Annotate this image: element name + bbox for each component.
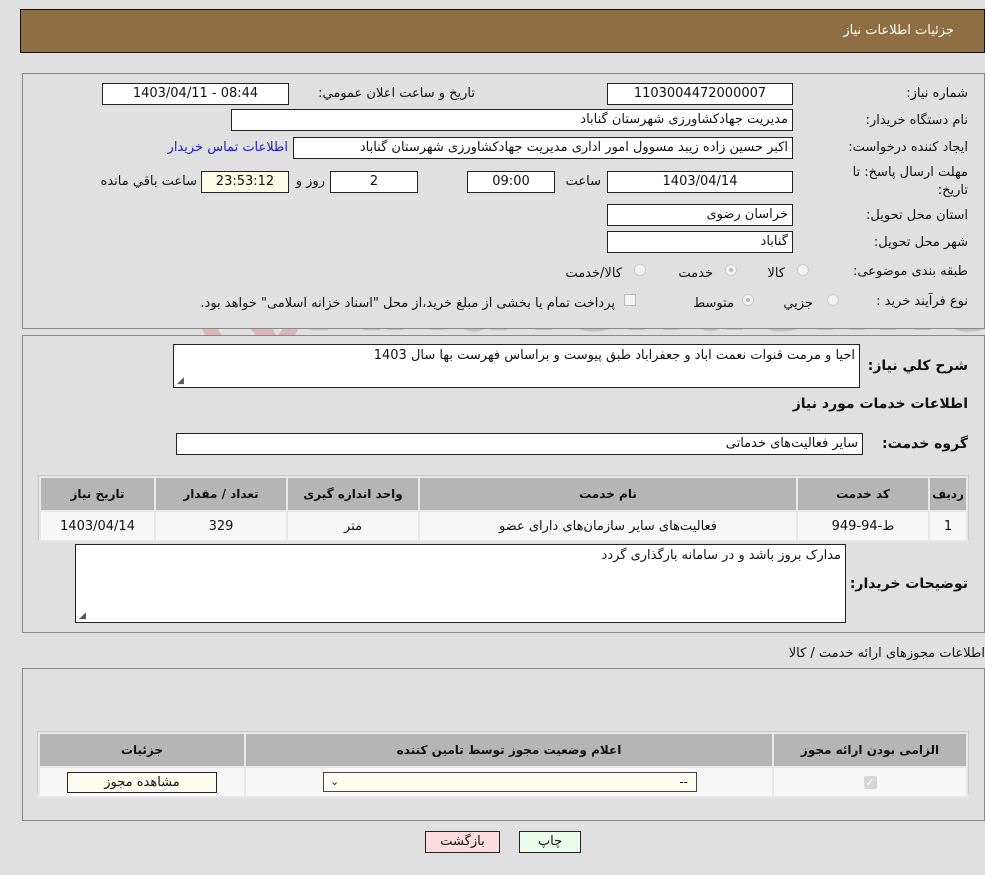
- services-title: اطلاعات خدمات مورد نیاز: [792, 396, 968, 412]
- category-label: طبقه بندی موضوعی:: [852, 264, 968, 279]
- description-textarea[interactable]: احیا و مرمت قنوات نعمت اباد و جعفراباد ط…: [173, 344, 860, 388]
- page-header: جزئيات اطلاعات نياز: [20, 9, 985, 53]
- days-label: روز و: [295, 174, 325, 189]
- service-group-label: گروه خدمت:: [882, 436, 968, 452]
- category-service-label: خدمت: [678, 266, 713, 281]
- permits-table: الزامی بودن ارائه مجوز اعلام وضعیت مجوز …: [38, 732, 968, 798]
- cell-permit-status: -- ⌄: [244, 766, 774, 798]
- table-row: ✓ -- ⌄ مشاهده مجوز: [38, 766, 968, 798]
- page-title: جزئيات اطلاعات نياز: [843, 23, 954, 38]
- col-permit-status: اعلام وضعیت مجوز توسط تامین کننده: [244, 732, 774, 768]
- buyer-notes-text: مدارک بروز باشد و در سامانه بارگذاری گرد…: [601, 548, 841, 563]
- cell-quantity: 329: [154, 510, 288, 542]
- col-service-code: کد خدمت: [796, 476, 930, 512]
- service-group-field: سایر فعالیت‌های خدماتی: [176, 433, 863, 455]
- deadline-hour-label: ساعت: [565, 174, 601, 189]
- cell-row: 1: [928, 510, 968, 542]
- permits-section-title: اطلاعات مجوزهای ارائه خدمت / کالا: [788, 646, 985, 661]
- permit-status-select[interactable]: -- ⌄: [323, 772, 697, 792]
- resize-handle-icon[interactable]: ◢: [177, 376, 184, 386]
- process-radio-medium[interactable]: [742, 294, 754, 306]
- creator-label: ایجاد کننده درخواست:: [848, 140, 968, 155]
- process-medium-label: متوسط: [693, 296, 734, 311]
- col-need-date: تاریخ نیاز: [39, 476, 156, 512]
- buyer-notes-label: توضیحات خریدار:: [849, 576, 968, 592]
- deadline-label-line2: تاریخ:: [937, 183, 968, 198]
- view-permit-button[interactable]: مشاهده مجوز: [67, 771, 217, 793]
- city-label: شهر محل تحویل:: [873, 235, 968, 250]
- cell-permit-required: ✓: [772, 766, 968, 798]
- print-button[interactable]: چاپ: [519, 831, 581, 853]
- col-permit-required: الزامی بودن ارائه مجوز: [772, 732, 968, 768]
- col-row: ردیف: [928, 476, 968, 512]
- process-minor-label: جزيي: [783, 296, 813, 311]
- resize-handle-icon[interactable]: ◢: [79, 611, 86, 621]
- announce-label: تاريخ و ساعت اعلان عمومي:: [318, 86, 475, 101]
- process-radio-minor[interactable]: [827, 294, 839, 306]
- buyer-org-label: نام دستگاه خریدار:: [865, 113, 968, 128]
- col-unit: واحد اندازه گیری: [286, 476, 420, 512]
- process-label: نوع فرآیند خرید :: [876, 294, 968, 309]
- province-label: استان محل تحویل:: [866, 208, 968, 223]
- col-quantity: تعداد / مقدار: [154, 476, 288, 512]
- need-number-label: شماره نیاز:: [906, 86, 968, 101]
- category-radio-goods-service[interactable]: [634, 264, 646, 276]
- deadline-time-field: 09:00: [467, 171, 555, 193]
- need-number-field: 1103004472000007: [607, 83, 793, 105]
- col-service-name: نام خدمت: [418, 476, 798, 512]
- buyer-org-field: مدیریت جهادکشاورزی شهرستان گناباد: [231, 109, 793, 131]
- permits-table-header: الزامی بودن ارائه مجوز اعلام وضعیت مجوز …: [38, 732, 968, 768]
- category-goods-service-label: کالا/خدمت: [565, 266, 622, 281]
- remaining-label: ساعت باقي مانده: [100, 174, 197, 189]
- city-field: گناباد: [607, 231, 793, 253]
- permit-required-checkbox[interactable]: ✓: [863, 775, 877, 789]
- announce-field: 1403/04/11 - 08:44: [102, 83, 289, 105]
- cell-need-date: 1403/04/14: [39, 510, 156, 542]
- back-button[interactable]: بازگشت: [425, 831, 500, 853]
- creator-field: اکبر حسین زاده زیبد مسوول امور اداری مدی…: [293, 137, 793, 159]
- cell-service-name: فعالیت‌های سایر سازمان‌های دارای عضو: [418, 510, 798, 542]
- services-table-header: ردیف کد خدمت نام خدمت واحد اندازه گیری ت…: [39, 476, 968, 512]
- deadline-label-line1: مهلت ارسال پاسخ: تا: [852, 165, 968, 180]
- description-text: احیا و مرمت قنوات نعمت اباد و جعفراباد ط…: [373, 348, 855, 363]
- buyer-notes-textarea[interactable]: مدارک بروز باشد و در سامانه بارگذاری گرد…: [75, 544, 846, 623]
- col-permit-details: جزئیات: [38, 732, 246, 768]
- province-field: خراسان رضوی: [607, 204, 793, 226]
- description-label: شرح كلي نياز:: [867, 358, 968, 374]
- table-row: 1 ط-94-949 فعالیت‌های سایر سازمان‌های دا…: [39, 510, 968, 542]
- payment-note: پرداخت تمام یا بخشی از مبلغ خرید،از محل …: [200, 296, 615, 311]
- permit-status-value: --: [679, 775, 688, 789]
- category-goods-label: کالا: [767, 266, 785, 281]
- services-table: ردیف کد خدمت نام خدمت واحد اندازه گیری ت…: [39, 476, 968, 542]
- cell-permit-details: مشاهده مجوز: [38, 766, 246, 798]
- deadline-date-field: 1403/04/14: [607, 171, 793, 193]
- cell-unit: متر: [286, 510, 420, 542]
- treasury-checkbox[interactable]: [624, 294, 636, 306]
- category-radio-service[interactable]: [725, 264, 737, 276]
- days-remaining-field: 2: [330, 171, 418, 193]
- chevron-down-icon: ⌄: [330, 775, 340, 788]
- cell-service-code: ط-94-949: [796, 510, 930, 542]
- category-radio-goods[interactable]: [797, 264, 809, 276]
- buyer-contact-link[interactable]: اطلاعات تماس خریدار: [168, 140, 288, 155]
- remaining-time-field: 23:53:12: [201, 171, 289, 193]
